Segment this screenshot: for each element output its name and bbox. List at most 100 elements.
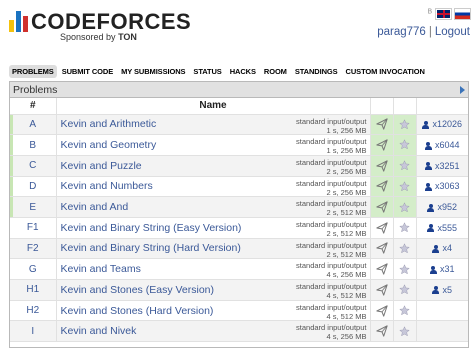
menu-item-status[interactable]: STATUS bbox=[190, 65, 224, 78]
star-icon[interactable] bbox=[399, 325, 410, 337]
problem-index[interactable]: E bbox=[10, 196, 57, 218]
user-icon bbox=[424, 162, 432, 171]
solved-count-link[interactable]: x4 bbox=[442, 243, 452, 253]
solved-count-link[interactable]: x6044 bbox=[435, 140, 460, 150]
user-icon bbox=[427, 203, 435, 212]
favourite-cell bbox=[393, 258, 417, 280]
solved-count-link[interactable]: x3063 bbox=[435, 181, 460, 191]
star-icon[interactable] bbox=[399, 263, 410, 275]
solved-count-link[interactable]: x12026 bbox=[432, 119, 462, 129]
submit-icon[interactable] bbox=[375, 263, 388, 275]
star-icon[interactable] bbox=[399, 222, 410, 233]
problem-name-link[interactable]: Kevin and And bbox=[61, 201, 129, 213]
problem-limits: standard input/output 2 s, 512 MB bbox=[296, 220, 367, 238]
problem-limits: standard input/output 4 s, 256 MB bbox=[296, 261, 367, 280]
solved-count-cell bbox=[416, 320, 468, 343]
menu-item-submit-code[interactable]: SUBMIT CODE bbox=[59, 65, 116, 78]
submit-cell bbox=[370, 238, 394, 260]
logout-link[interactable]: Logout bbox=[435, 26, 470, 38]
star-icon[interactable] bbox=[399, 160, 410, 171]
russian-flag-icon[interactable] bbox=[454, 8, 471, 20]
problem-io: standard input/output bbox=[296, 302, 367, 312]
username-link[interactable]: parag776 bbox=[377, 26, 426, 38]
menu-item-my-submissions[interactable]: MY SUBMISSIONS bbox=[118, 65, 188, 78]
star-icon[interactable] bbox=[399, 243, 410, 254]
star-icon[interactable] bbox=[399, 181, 410, 192]
problem-time-memory: 4 s, 256 MB bbox=[326, 332, 367, 342]
problem-name-link[interactable]: Kevin and Puzzle bbox=[61, 160, 142, 172]
panel-title: Problems bbox=[10, 82, 468, 98]
favourite-cell bbox=[393, 134, 417, 156]
menu-item-problems[interactable]: PROBLEMS bbox=[9, 64, 57, 78]
submit-icon[interactable] bbox=[375, 325, 388, 337]
problem-index[interactable]: H1 bbox=[10, 279, 57, 301]
problem-name-link[interactable]: Kevin and Nivek bbox=[61, 325, 137, 337]
problem-name-cell: Kevin and Stones (Easy Version) standard … bbox=[56, 279, 371, 301]
solved-count-link[interactable]: x555 bbox=[437, 223, 457, 233]
problem-index[interactable]: G bbox=[10, 258, 57, 280]
star-icon[interactable] bbox=[399, 118, 410, 130]
problem-name-cell: Kevin and Numbers standard input/output 2 … bbox=[56, 176, 371, 198]
menu-item-room[interactable]: ROOM bbox=[261, 65, 290, 78]
submit-icon[interactable] bbox=[375, 201, 388, 213]
problem-limits: standard input/output 2 s, 512 MB bbox=[296, 199, 366, 216]
star-icon[interactable] bbox=[399, 201, 410, 213]
problem-name-link[interactable]: Kevin and Stones (Hard Version) bbox=[61, 305, 214, 317]
solved-count-link[interactable]: x952 bbox=[437, 202, 457, 212]
problem-name-cell: Kevin and Nivek standard input/output 4 s,… bbox=[56, 320, 371, 343]
table-row: C Kevin and Puzzle standard input/output 2 … bbox=[10, 155, 468, 177]
problem-name-cell: Kevin and Puzzle standard input/output 2 s… bbox=[56, 155, 371, 177]
submit-icon[interactable] bbox=[375, 304, 388, 317]
separator: | bbox=[428, 26, 432, 38]
language-switcher: ᴮ bbox=[377, 8, 471, 20]
sponsor-line: Sponsored by TON bbox=[60, 32, 137, 42]
star-icon[interactable] bbox=[399, 284, 410, 295]
menu-item-standings[interactable]: STANDINGS bbox=[292, 65, 341, 78]
user-icon bbox=[424, 183, 432, 192]
expand-arrow-icon[interactable] bbox=[460, 86, 465, 94]
problem-index[interactable]: A bbox=[10, 114, 57, 136]
site-header: CODEFORCES Sponsored by TON ᴮ parag776 | L… bbox=[0, 0, 474, 60]
star-icon[interactable] bbox=[399, 139, 410, 150]
problem-index[interactable]: D bbox=[10, 176, 57, 198]
menu-item-custom-invocation[interactable]: CUSTOM INVOCATION bbox=[343, 65, 428, 78]
menu-item-hacks[interactable]: HACKS bbox=[227, 65, 259, 78]
problem-io: standard input/output bbox=[296, 282, 367, 291]
favourite-cell bbox=[393, 176, 417, 198]
submit-icon[interactable] bbox=[375, 242, 388, 255]
table-row: I Kevin and Nivek standard input/output 4 s… bbox=[10, 320, 468, 343]
solved-count-link[interactable]: x3251 bbox=[435, 161, 460, 171]
star-icon[interactable] bbox=[399, 305, 410, 316]
problem-index[interactable]: I bbox=[10, 320, 57, 343]
problem-name-link[interactable]: Kevin and Arithmetic bbox=[61, 118, 157, 130]
submit-cell bbox=[370, 176, 394, 198]
submit-cell bbox=[370, 320, 394, 343]
solved-count-link[interactable]: x31 bbox=[440, 264, 455, 274]
table-row: H2 Kevin and Stones (Hard Version) standar… bbox=[10, 300, 468, 322]
submit-icon[interactable] bbox=[375, 222, 388, 234]
english-flag-icon[interactable] bbox=[435, 8, 452, 20]
problem-name-link[interactable]: Kevin and Stones (Easy Version) bbox=[61, 284, 215, 296]
submit-icon[interactable] bbox=[375, 160, 388, 172]
problem-time-memory: 2 s, 512 MB bbox=[326, 228, 367, 238]
problem-time-memory: 4 s, 256 MB bbox=[326, 270, 367, 280]
problem-name-link[interactable]: Kevin and Binary String (Easy Version) bbox=[61, 222, 242, 234]
problem-index[interactable]: H2 bbox=[10, 300, 57, 322]
codeforces-logo[interactable]: CODEFORCES bbox=[9, 11, 191, 33]
problem-name-link[interactable]: Kevin and Teams bbox=[61, 263, 141, 275]
submit-icon[interactable] bbox=[375, 284, 388, 296]
solved-count-link[interactable]: x5 bbox=[442, 285, 452, 295]
problem-name-link[interactable]: Kevin and Geometry bbox=[61, 139, 157, 151]
problem-name-link[interactable]: Kevin and Binary String (Hard Version) bbox=[61, 242, 241, 254]
problem-index[interactable]: F1 bbox=[10, 217, 57, 239]
problem-index[interactable]: F2 bbox=[10, 238, 57, 260]
problem-index[interactable]: B bbox=[10, 134, 57, 156]
accessibility-icon[interactable]: ᴮ bbox=[428, 9, 432, 19]
user-links: parag776 | Logout bbox=[377, 26, 470, 38]
problem-limits: standard input/output 2 s, 256 MB bbox=[296, 158, 366, 175]
submit-icon[interactable] bbox=[375, 180, 388, 193]
problem-index[interactable]: C bbox=[10, 155, 57, 177]
problem-name-link[interactable]: Kevin and Numbers bbox=[61, 180, 153, 192]
submit-icon[interactable] bbox=[375, 139, 388, 151]
submit-icon[interactable] bbox=[375, 118, 388, 131]
